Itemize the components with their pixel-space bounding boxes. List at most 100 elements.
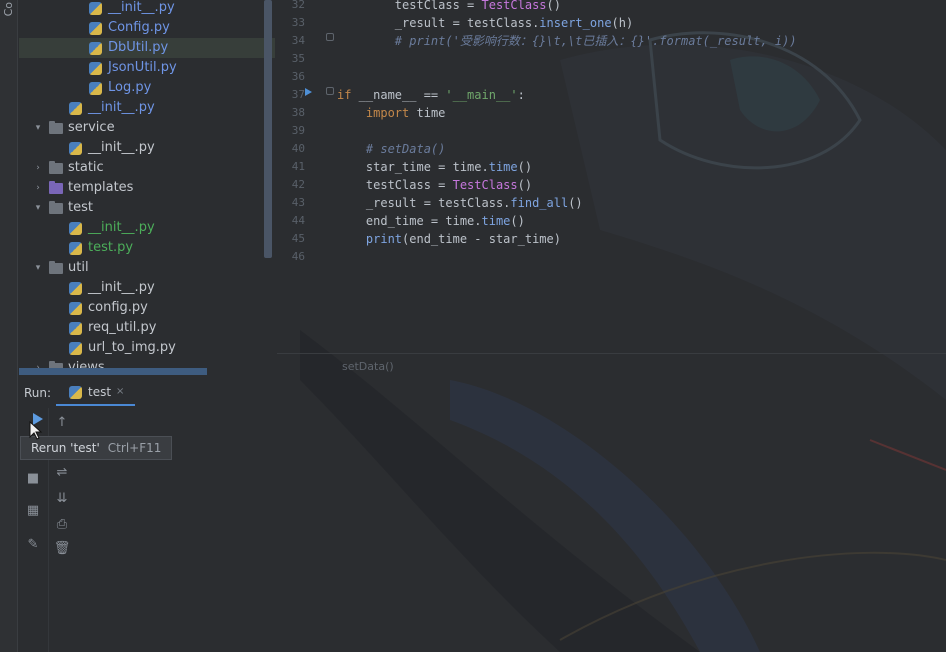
folder-icon	[49, 181, 63, 194]
tree-item-label: static	[68, 160, 104, 175]
code-line: print(end_time - star_time)	[365, 232, 561, 246]
tree-item-label: url_to_img.py	[88, 340, 176, 355]
python-file-icon	[69, 342, 82, 355]
line-number: 41	[291, 160, 305, 173]
tooltip-shortcut: Ctrl+F11	[107, 441, 162, 455]
line-number: 34	[291, 34, 305, 47]
tree-item[interactable]: url_to_img.py	[19, 338, 275, 358]
tree-item[interactable]: __init__.py	[19, 98, 275, 118]
python-file-icon	[69, 242, 82, 255]
code-line: end_time = time.time()	[337, 214, 525, 228]
tree-item[interactable]: ▾ test	[19, 198, 275, 218]
up-arrow-icon[interactable]: ↑	[53, 414, 71, 432]
tree-item[interactable]: config.py	[19, 298, 275, 318]
python-file-icon	[69, 302, 82, 315]
editor-divider	[277, 353, 946, 354]
python-file-icon	[69, 386, 82, 399]
chevron-down-icon[interactable]: ▾	[33, 198, 43, 218]
tree-item-label: JsonUtil.py	[108, 60, 177, 75]
tree-item-label: test	[68, 200, 93, 215]
fold-marker-icon[interactable]	[326, 87, 334, 95]
code-line: # print('受影响行数：{}\t,\t已插入：{}'.format(_re…	[337, 34, 797, 48]
line-number: 37	[291, 88, 305, 101]
tree-item[interactable]: __init__.py	[19, 138, 275, 158]
chevron-right-icon[interactable]: ›	[33, 158, 43, 178]
layout-icon[interactable]: ▦	[24, 502, 42, 520]
code-line: _result = testClass.insert_one(h)	[337, 16, 634, 30]
line-number: 43	[291, 196, 305, 209]
tree-item-label: service	[68, 120, 115, 135]
run-gutter-icon[interactable]	[305, 88, 312, 96]
line-number: 38	[291, 106, 305, 119]
line-number: 42	[291, 178, 305, 191]
python-file-icon	[69, 142, 82, 155]
tree-item[interactable]: › templates	[19, 178, 275, 198]
tree-item[interactable]: ▾ service	[19, 118, 275, 138]
stop-icon[interactable]: ■	[24, 470, 42, 488]
print-icon[interactable]: ⎙	[53, 516, 71, 534]
python-file-icon	[89, 2, 102, 15]
line-number: 44	[291, 214, 305, 227]
tree-item-label: DbUtil.py	[108, 40, 169, 55]
tree-item[interactable]: test.py	[19, 238, 275, 258]
tree-item-label: __init__.py	[88, 280, 155, 295]
python-file-icon	[89, 22, 102, 35]
tree-item-label: Log.py	[108, 80, 152, 95]
code-editor[interactable]: testClass = TestClass() _result = testCl…	[337, 0, 946, 354]
editor-breadcrumb[interactable]: setData()	[342, 360, 394, 373]
tree-item-label: req_util.py	[88, 320, 157, 335]
chevron-down-icon[interactable]: ▾	[33, 258, 43, 278]
chevron-down-icon[interactable]: ▾	[33, 118, 43, 138]
tree-item-label: __init__.py	[88, 140, 155, 155]
folder-icon	[49, 201, 63, 214]
tree-item[interactable]: __init__.py	[19, 0, 275, 18]
line-number: 35	[291, 52, 305, 65]
tree-item[interactable]: DbUtil.py	[19, 38, 275, 58]
tree-horizontal-scrollbar[interactable]	[19, 368, 207, 375]
tree-item[interactable]: ▾ util	[19, 258, 275, 278]
mouse-cursor-icon	[29, 421, 43, 440]
tree-item[interactable]: › static	[19, 158, 275, 178]
tree-item[interactable]: req_util.py	[19, 318, 275, 338]
pin-icon[interactable]: ✎	[24, 536, 42, 554]
python-file-icon	[89, 62, 102, 75]
python-file-icon	[69, 282, 82, 295]
tree-item-label: config.py	[88, 300, 148, 315]
line-number: 39	[291, 124, 305, 137]
fold-marker-icon[interactable]	[326, 33, 334, 41]
tree-item[interactable]: Log.py	[19, 78, 275, 98]
stripe-label[interactable]: Co	[2, 2, 16, 16]
run-tab-test[interactable]: test ×	[56, 380, 135, 406]
tree-item-label: __init__.py	[88, 220, 155, 235]
line-number: 32	[291, 0, 305, 11]
tree-item[interactable]: Config.py	[19, 18, 275, 38]
tree-vertical-scrollbar[interactable]	[264, 0, 272, 258]
close-tab-icon[interactable]: ×	[116, 386, 124, 397]
code-line: testClass = TestClass()	[337, 178, 533, 192]
chevron-right-icon[interactable]: ›	[33, 178, 43, 198]
line-number: 40	[291, 142, 305, 155]
folder-icon	[49, 161, 63, 174]
line-number: 45	[291, 232, 305, 245]
tree-item-label: __init__.py	[108, 0, 175, 15]
line-number: 36	[291, 70, 305, 83]
tree-item-label: util	[68, 260, 89, 275]
python-file-icon	[89, 82, 102, 95]
scroll-to-end-icon[interactable]: ⇊	[53, 490, 71, 508]
tree-item-label: test.py	[88, 240, 134, 255]
code-line: star_time = time.time()	[337, 160, 533, 174]
code-line: if __name__ == '__main__':	[337, 88, 525, 102]
soft-wrap-icon[interactable]: ⇌	[53, 464, 71, 482]
tree-item[interactable]: JsonUtil.py	[19, 58, 275, 78]
tree-item[interactable]: __init__.py	[19, 278, 275, 298]
code-line: _result = testClass.find_all()	[337, 196, 583, 210]
tree-item-label: Config.py	[108, 20, 170, 35]
run-tab-label: test	[88, 385, 112, 399]
line-number: 33	[291, 16, 305, 29]
trash-icon[interactable]: 🗑	[53, 540, 71, 558]
python-file-icon	[89, 42, 102, 55]
folder-icon	[49, 121, 63, 134]
tree-item-label: __init__.py	[88, 100, 155, 115]
tree-item[interactable]: __init__.py	[19, 218, 275, 238]
python-file-icon	[69, 322, 82, 335]
